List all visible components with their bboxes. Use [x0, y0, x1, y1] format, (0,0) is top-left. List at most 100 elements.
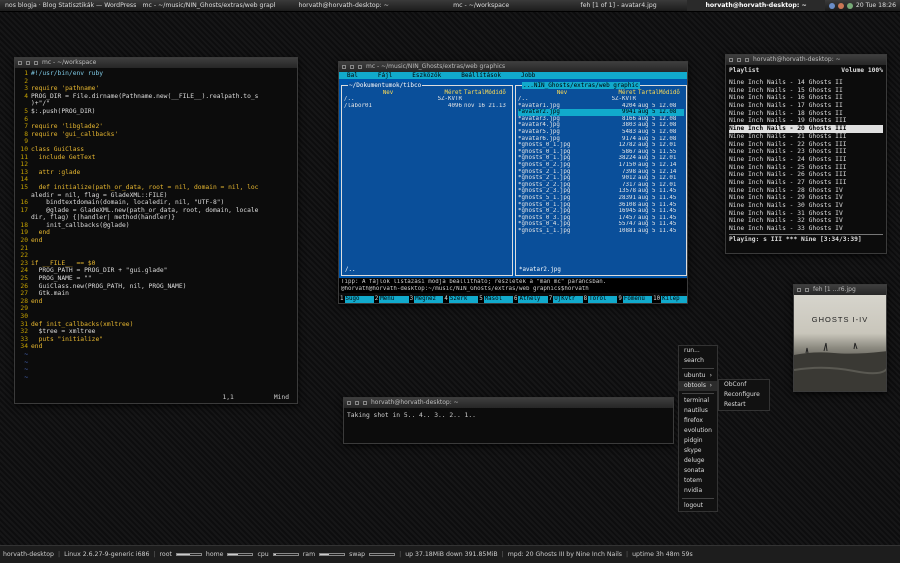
playlist-item[interactable]: Nine Inch Nails - 16 Ghosts II [729, 94, 883, 102]
file-row[interactable]: /.. SZ-KVTR [518, 96, 684, 103]
minimize-icon[interactable] [358, 65, 362, 69]
mc-menu-item[interactable]: Beállítások [461, 72, 501, 79]
playlist-item[interactable]: Nine Inch Nails - 31 Ghosts IV [729, 210, 883, 218]
fkey-10[interactable]: 10 Kilép [652, 296, 687, 303]
file-row[interactable]: *ghosts_0_3.jpg 17457 aug 5 11.45 [518, 215, 684, 222]
fkey-8[interactable]: 8 Töröl [583, 296, 618, 303]
file-row[interactable]: /.. SZ-KVTR [344, 96, 510, 103]
menu-item-ubuntu[interactable]: ubuntu › [679, 371, 717, 381]
tray-icon[interactable] [846, 2, 853, 9]
menu-item-skype[interactable]: skype [679, 446, 717, 456]
fkey-9[interactable]: 9 Főmenü [617, 296, 653, 303]
file-row[interactable]: /labor01 4096 nov 16 21.13 [344, 103, 510, 110]
window-titlebar[interactable]: horvath@horvath-desktop: ~ [344, 398, 673, 408]
playlist-item[interactable]: Nine Inch Nails - 26 Ghosts III [729, 171, 883, 179]
playlist-item[interactable]: Nine Inch Nails - 15 Ghosts II [729, 87, 883, 95]
maximize-icon[interactable] [26, 61, 30, 65]
file-row[interactable]: *avatar4.jpg 3803 aug 5 12.08 [518, 122, 684, 129]
maximize-icon[interactable] [805, 288, 809, 292]
file-row[interactable]: *ghosts_0_1.jpg 36108 aug 5 11.45 [518, 202, 684, 209]
file-row[interactable]: *ghosts_0_4.jpg 55747 aug 5 11.45 [518, 221, 684, 228]
mc-menu-item[interactable]: Eszközök [412, 72, 441, 79]
menu-item-terminal[interactable]: terminal [679, 396, 717, 406]
task-2[interactable]: mc - ~/music/NIN_Ghosts/extras/web graph… [137, 0, 274, 11]
playlist-item[interactable]: Nine Inch Nails - 24 Ghosts III [729, 156, 883, 164]
command-prompt[interactable]: @horvath@horvath-desktop:~/music/NIN_Gho… [341, 286, 685, 293]
playlist-item[interactable]: Nine Inch Nails - 21 Ghosts III [729, 133, 883, 141]
file-row[interactable]: *avatar2.jpg 9941 aug 5 12.08 [518, 109, 684, 116]
playlist-item[interactable]: Nine Inch Nails - 23 Ghosts III [729, 148, 883, 156]
task-5[interactable]: feh [1 of 1] - avatar4.jpg [550, 0, 687, 11]
file-row[interactable]: *ghosts_1_1.jpg 10881 aug 5 11.45 [518, 228, 684, 235]
editor-buffer[interactable]: 1 #!/usr/bin/env ruby 2 3 require 'pathname'… [15, 68, 297, 383]
menu-item-totem[interactable]: totem [679, 476, 717, 486]
menu-item-pidgin[interactable]: pidgin [679, 436, 717, 446]
file-row[interactable]: *avatar6.jpg 9174 aug 5 12.08 [518, 136, 684, 143]
right-panel[interactable]: ...NIN_Ghosts/extras/web graphic Név Mére… [515, 82, 687, 276]
maximize-icon[interactable] [355, 401, 359, 405]
task-3[interactable]: horvath@horvath-desktop: ~ [275, 0, 412, 11]
menu-item-sonata[interactable]: sonata [679, 466, 717, 476]
playlist-item[interactable]: Nine Inch Nails - 32 Ghosts IV [729, 217, 883, 225]
playlist-item[interactable]: Nine Inch Nails - 18 Ghosts II [729, 110, 883, 118]
playlist-item[interactable]: Nine Inch Nails - 25 Ghosts III [729, 164, 883, 172]
submenu-item[interactable]: ObConf [719, 380, 769, 390]
playlist-item[interactable]: Nine Inch Nails - 29 Ghosts IV [729, 194, 883, 202]
playlist-item[interactable]: Nine Inch Nails - 30 Ghosts IV [729, 202, 883, 210]
menu-item-nvidia[interactable]: nvidia [679, 486, 717, 496]
fkey-7[interactable]: 7 ÚjKvtr [548, 296, 583, 303]
file-row[interactable]: *ghosts_5_1.jpg 28391 aug 5 11.45 [518, 195, 684, 202]
playlist-item[interactable]: Nine Inch Nails - 33 Ghosts IV [729, 225, 883, 233]
close-icon[interactable] [797, 288, 801, 292]
menu-item-run[interactable]: run... [679, 346, 717, 356]
playlist-item[interactable]: Nine Inch Nails - 17 Ghosts II [729, 102, 883, 110]
fkey-3[interactable]: 3 Megnéz [409, 296, 444, 303]
maximize-icon[interactable] [737, 58, 741, 62]
maximize-icon[interactable] [350, 65, 354, 69]
window-titlebar[interactable]: feh [1 ...r6.jpg [794, 285, 886, 295]
playlist-item[interactable]: Nine Inch Nails - 19 Ghosts III [729, 117, 883, 125]
file-row[interactable]: *ghosts_2_1.jpg 9012 aug 5 12.01 [518, 175, 684, 182]
file-row[interactable]: *ghosts_0_1.jpg 12782 aug 5 12.01 [518, 142, 684, 149]
file-row[interactable]: *avatar5.jpg 5483 aug 5 12.08 [518, 129, 684, 136]
file-row[interactable]: *ghosts_2_2.jpg 7317 aug 5 12.01 [518, 182, 684, 189]
fkey-5[interactable]: 5 Másol [478, 296, 513, 303]
close-icon[interactable] [729, 58, 733, 62]
menu-item-deluge[interactable]: deluge [679, 456, 717, 466]
file-row[interactable]: *ghosts_2_1.jpg 7398 aug 5 12.14 [518, 169, 684, 176]
fkey-2[interactable]: 2 Menü [374, 296, 409, 303]
menu-item-logout[interactable]: logout [679, 501, 717, 511]
playlist-item[interactable]: Nine Inch Nails - 22 Ghosts III [729, 141, 883, 149]
playlist-item[interactable]: Nine Inch Nails - 27 Ghosts III [729, 179, 883, 187]
file-row[interactable]: *ghosts_0_1.jpg 5867 aug 5 11.55 [518, 149, 684, 156]
menu-item-obtools[interactable]: obtools › [679, 381, 717, 391]
playlist-item[interactable]: Nine Inch Nails - 28 Ghosts IV [729, 187, 883, 195]
minimize-icon[interactable] [34, 61, 38, 65]
menu-item-search[interactable]: search [679, 356, 717, 366]
file-row[interactable]: *avatar1.jpg 4204 aug 5 12.08 [518, 103, 684, 110]
playlist-item[interactable]: Nine Inch Nails - 14 Ghosts II [729, 79, 883, 87]
window-titlebar[interactable]: mc - ~/music/NIN_Ghosts/extras/web graph… [339, 62, 687, 72]
left-panel[interactable]: ~/Dokumentumok/tibco Név Méret TartalMódid… [341, 82, 513, 276]
close-icon[interactable] [342, 65, 346, 69]
submenu-item[interactable]: Reconfigure [719, 390, 769, 400]
file-row[interactable]: *ghosts_0_2.jpg 17150 aug 5 12.14 [518, 162, 684, 169]
mc-menu-item[interactable]: Fájl [378, 72, 392, 79]
file-row[interactable]: *ghosts_2_3.jpg 13578 aug 5 11.45 [518, 188, 684, 195]
task-1[interactable]: nos blogja · Blog Statisztikák — WordPre… [0, 0, 137, 11]
submenu-item[interactable]: Restart [719, 400, 769, 410]
mc-menu-item[interactable]: Bal [347, 72, 358, 79]
menu-item-evolution[interactable]: evolution [679, 426, 717, 436]
window-titlebar[interactable]: mc - ~/workspace [15, 58, 297, 68]
file-row[interactable]: *avatar3.jpg 8166 aug 5 12.08 [518, 116, 684, 123]
close-icon[interactable] [347, 401, 351, 405]
window-titlebar[interactable]: horvath@horvath-desktop: ~ [726, 55, 886, 65]
minimize-icon[interactable] [363, 401, 367, 405]
fkey-4[interactable]: 4 Szerk [443, 296, 479, 303]
playlist-item[interactable]: Nine Inch Nails - 20 Ghosts III [729, 125, 883, 133]
mc-menu-item[interactable]: Jobb [521, 72, 535, 79]
fkey-6[interactable]: 6 Áthely [513, 296, 548, 303]
tray-icon[interactable] [828, 2, 835, 9]
close-icon[interactable] [18, 61, 22, 65]
task-4[interactable]: mc - ~/workspace [412, 0, 549, 11]
